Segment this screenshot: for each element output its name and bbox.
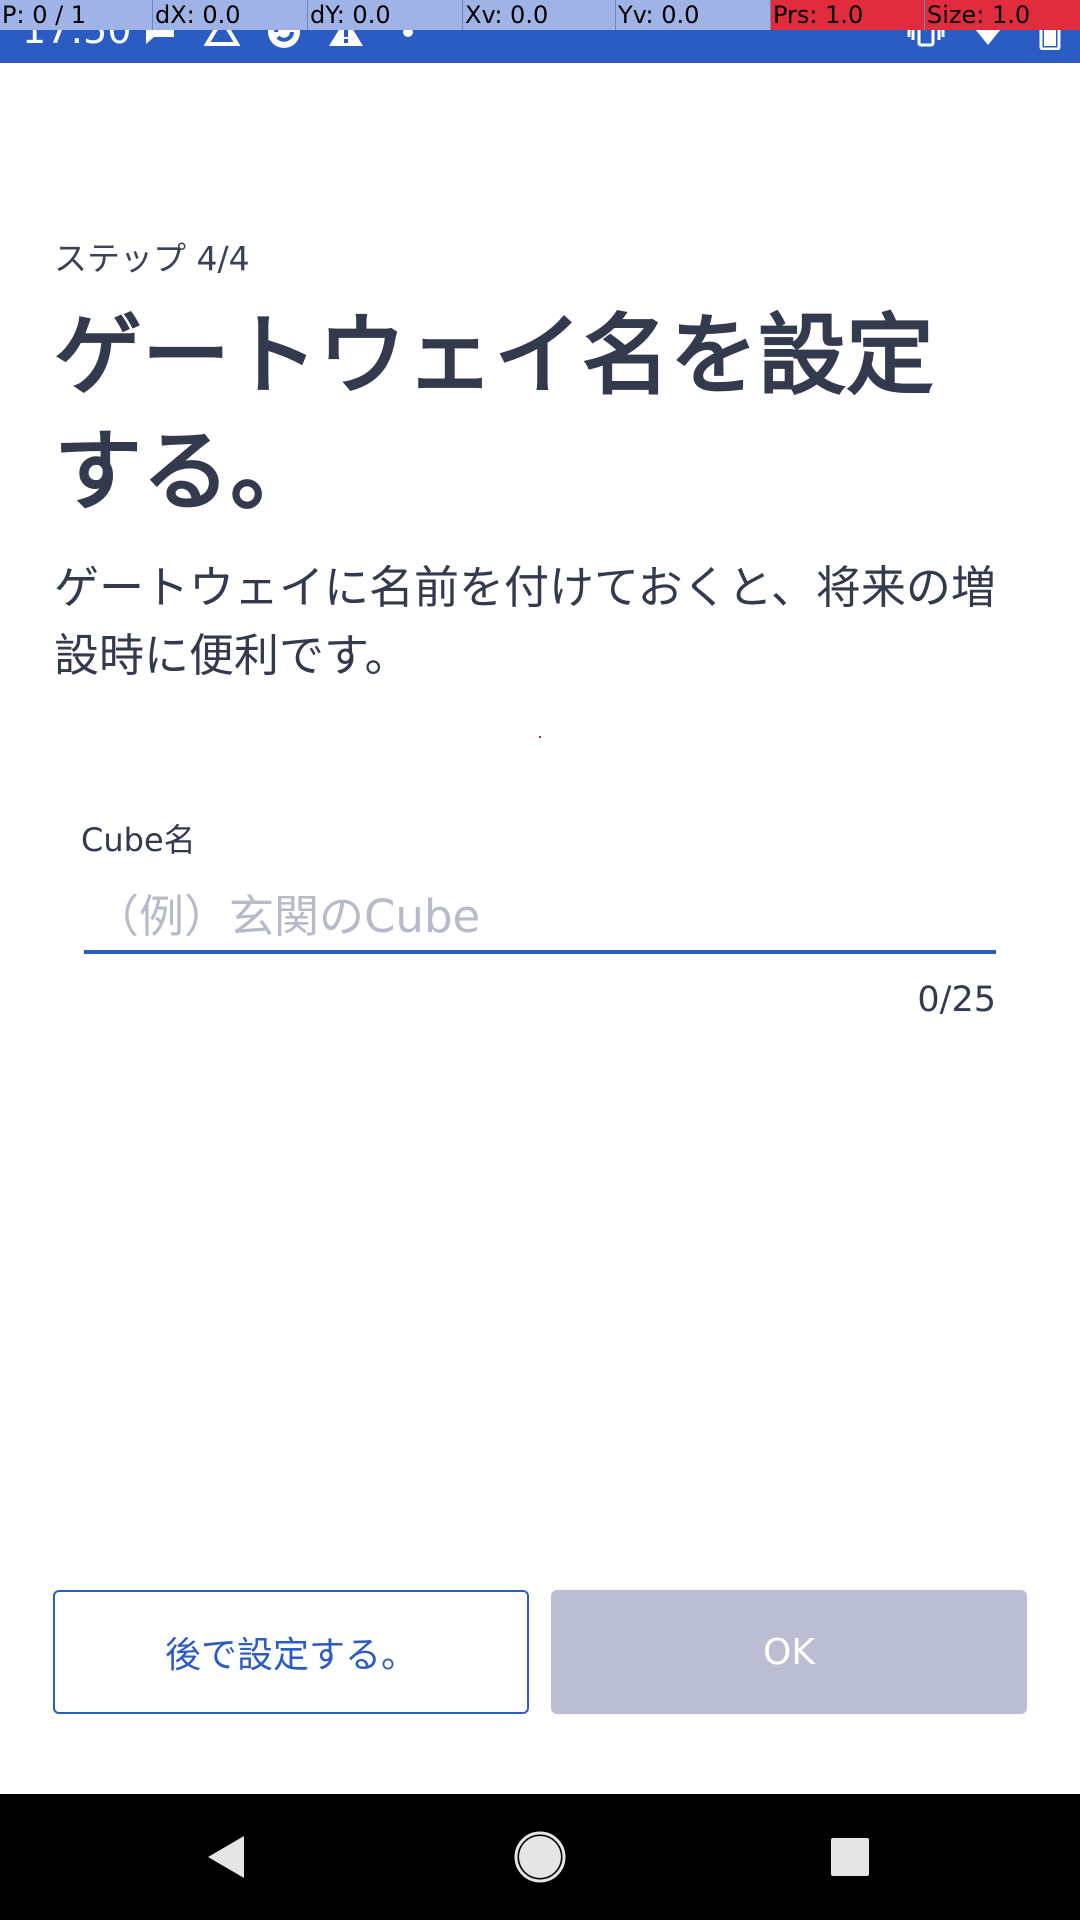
set-later-button[interactable]: 後で設定する。 <box>53 1590 529 1714</box>
delta-y: dY: 0.0 <box>307 0 462 30</box>
navigation-bar <box>0 1794 1080 1920</box>
touch-marker-dot <box>539 736 541 738</box>
setup-screen: 17:50 P: 0 / 1 dX: 0.0 dY: 0.0 Xv: 0.0 Y… <box>0 0 1080 1920</box>
cube-name-input[interactable] <box>84 880 996 952</box>
home-icon[interactable] <box>477 1794 603 1920</box>
pointer-count: P: 0 / 1 <box>0 0 152 30</box>
velocity-y: Yv: 0.0 <box>615 0 770 30</box>
step-indicator: ステップ 4/4 <box>54 239 250 278</box>
page-title: ゲートウェイ名を設定する。 <box>54 304 935 523</box>
back-icon[interactable] <box>163 1794 289 1920</box>
velocity-x: Xv: 0.0 <box>462 0 615 30</box>
cube-name-underline <box>84 950 996 954</box>
character-counter: 0/25 <box>917 980 996 1020</box>
cube-name-label: Cube名 <box>81 821 196 859</box>
page-description: ゲートウェイに名前を付けておくと、将来の増設時に便利です。 <box>54 561 996 682</box>
delta-x: dX: 0.0 <box>152 0 307 30</box>
ok-button[interactable]: OK <box>551 1590 1027 1714</box>
pointer-location-overlay: P: 0 / 1 dX: 0.0 dY: 0.0 Xv: 0.0 Yv: 0.0… <box>0 0 1080 30</box>
touch-size: Size: 1.0 <box>924 0 1080 30</box>
recents-icon[interactable] <box>787 1794 913 1920</box>
pressure: Prs: 1.0 <box>770 0 924 30</box>
